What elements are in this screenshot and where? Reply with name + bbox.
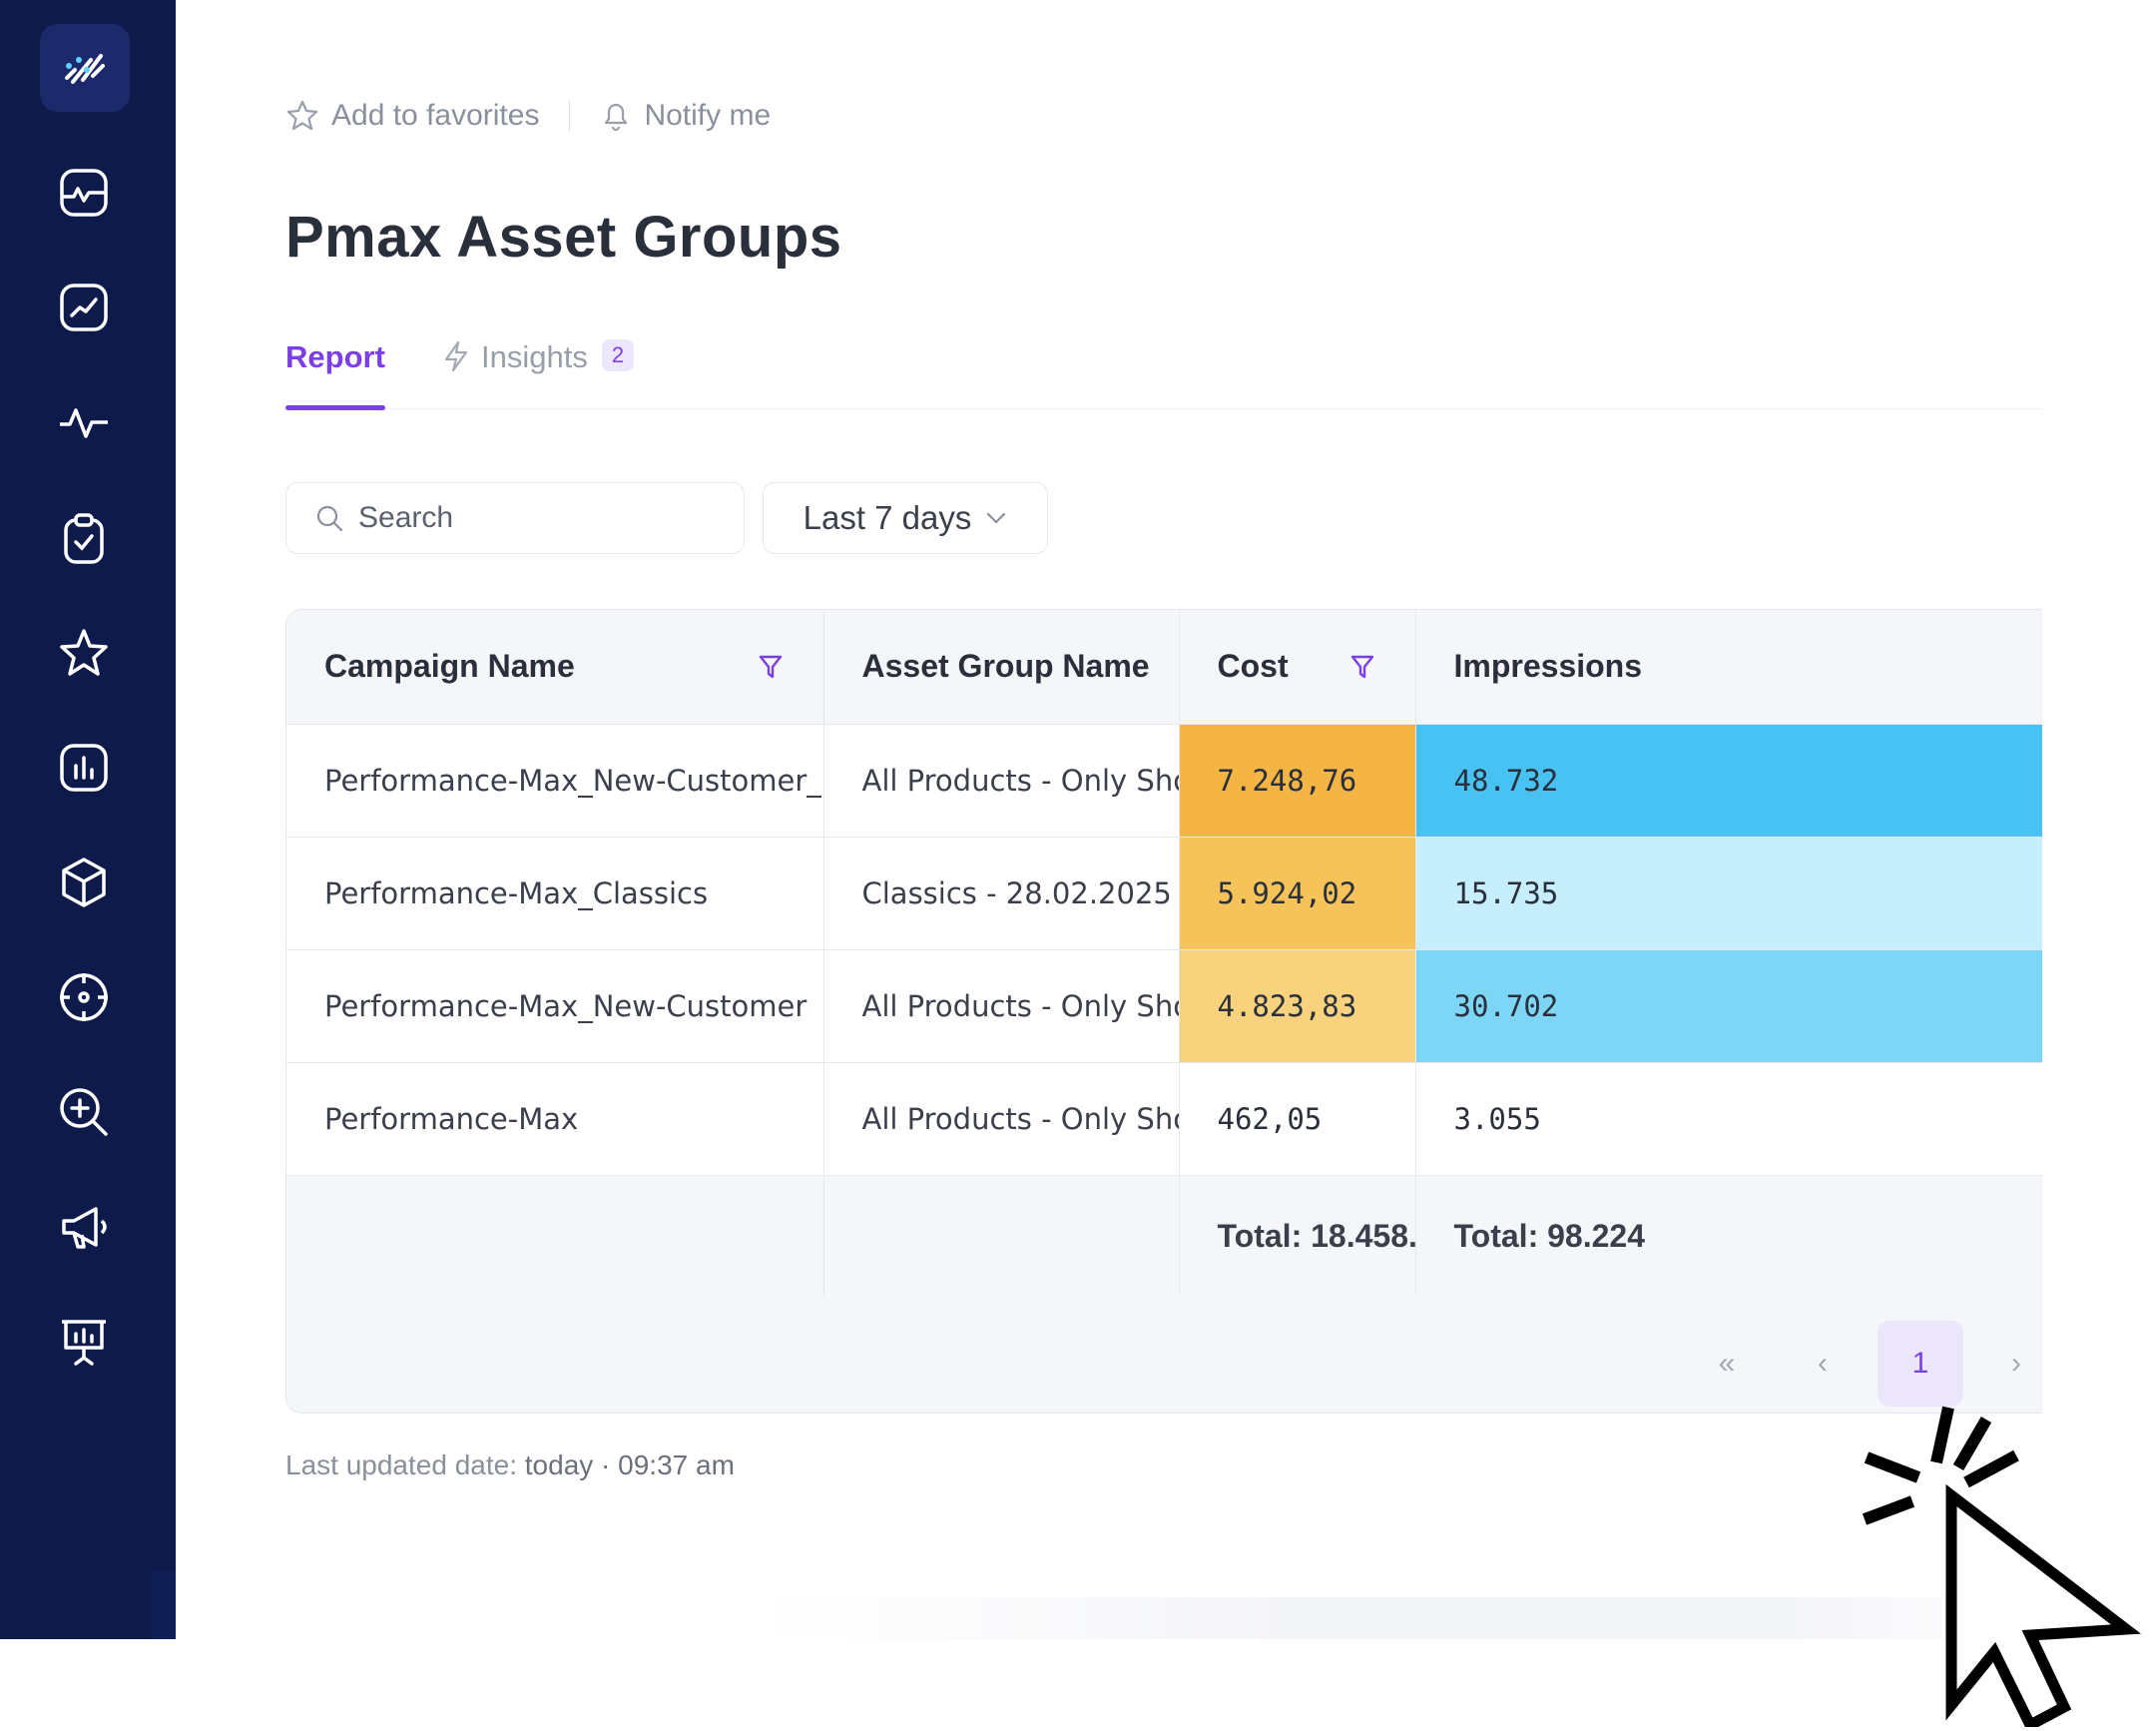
cost-cell: 462,05 [1179, 1062, 1416, 1176]
table-row[interactable]: Performance-Max_New-Customer_High-Value … [286, 724, 2042, 838]
asset-group-cell: All Products - Only Shopping [823, 949, 1180, 1063]
tab-insights-label: Insights [481, 339, 588, 374]
total-impressions-cell: Total: 98.224 [1415, 1175, 2042, 1298]
clipboard-check-icon[interactable] [54, 508, 114, 568]
tab-insights[interactable]: Insights 2 [441, 339, 635, 409]
impressions-cell: 15.735 [1415, 837, 2042, 950]
table-row[interactable]: Performance-Max_New-Customer All Product… [286, 949, 2042, 1063]
search-box[interactable] [285, 482, 745, 554]
chevron-down-icon [987, 512, 1006, 524]
totals-row: Total: 18.458.66 Total: 98.224 [286, 1175, 2042, 1298]
last-updated-label: Last updated date: [285, 1449, 517, 1480]
impressions-cell: 30.702 [1415, 949, 2042, 1063]
column-header-impressions[interactable]: Impressions [1415, 610, 2042, 725]
sidebar-corner [152, 1571, 176, 1639]
campaign-name-cell: Performance-Max_New-Customer_High-Value [286, 724, 824, 838]
asset-group-cell: All Products - Only Shopping [823, 724, 1180, 838]
lightning-icon [444, 340, 468, 372]
column-header-campaign[interactable]: Campaign Name [286, 610, 824, 725]
last-updated: Last updated date: today · 09:37 am [285, 1449, 735, 1481]
column-header-cost-label: Cost [1217, 648, 1289, 685]
column-header-campaign-label: Campaign Name [324, 648, 575, 685]
first-page-button[interactable]: « [1684, 1321, 1770, 1407]
sidebar [0, 0, 176, 1639]
tab-report-label: Report [285, 339, 385, 374]
pagination: « ‹ 1 › [286, 1297, 2042, 1413]
table-header-row: Campaign Name Asset Group Name Cost Impr… [286, 610, 2042, 725]
impressions-cell: 3.055 [1415, 1062, 2042, 1176]
divider [569, 101, 571, 131]
date-range-select[interactable]: Last 7 days [763, 482, 1048, 554]
notify-me-label: Notify me [644, 99, 772, 132]
bar-chart-icon[interactable] [54, 738, 114, 798]
add-to-favorites-label: Add to favorites [331, 99, 540, 132]
asset-group-cell: Classics - 28.02.2025 [823, 837, 1180, 950]
active-tab-indicator [285, 405, 385, 410]
presentation-icon[interactable] [54, 1312, 114, 1372]
campaign-name-cell: Performance-Max [286, 1062, 824, 1176]
tab-bar: Report Insights 2 [285, 339, 2042, 410]
last-updated-value: today · 09:37 am [524, 1449, 735, 1480]
data-table: Campaign Name Asset Group Name Cost Impr… [286, 610, 2042, 1298]
notify-me-button[interactable]: Notify me [600, 99, 771, 133]
column-header-asset-group[interactable]: Asset Group Name [823, 610, 1180, 725]
logo-icon[interactable] [40, 24, 130, 112]
zoom-in-icon[interactable] [54, 1082, 114, 1142]
box-icon[interactable] [54, 853, 114, 912]
cost-cell: 7.248,76 [1179, 724, 1416, 838]
dashboard-icon[interactable] [54, 163, 114, 223]
target-icon[interactable] [54, 967, 114, 1027]
bell-icon [605, 103, 628, 132]
add-to-favorites-button[interactable]: Add to favorites [285, 99, 539, 133]
campaign-name-cell: Performance-Max_New-Customer [286, 949, 824, 1063]
mouse-cursor-icon [1862, 1406, 2142, 1727]
impressions-cell: 48.732 [1415, 724, 2042, 838]
column-header-cost[interactable]: Cost [1179, 610, 1416, 725]
report-table: Campaign Name Asset Group Name Cost Impr… [285, 609, 2042, 1414]
cost-cell: 5.924,02 [1179, 837, 1416, 950]
empty-total-cell [286, 1175, 824, 1298]
table-row[interactable]: Performance-Max All Products - Only Shop… [286, 1062, 2042, 1176]
asset-group-cell: All Products - Only Shopping [823, 1062, 1180, 1176]
date-range-value: Last 7 days [803, 499, 972, 536]
column-header-impressions-label: Impressions [1453, 648, 1643, 685]
campaign-name-cell: Performance-Max_Classics [286, 837, 824, 950]
empty-total-cell [823, 1175, 1180, 1298]
filter-icon[interactable] [1348, 652, 1377, 682]
column-header-asset-group-label: Asset Group Name [861, 648, 1150, 685]
search-icon [316, 505, 343, 532]
megaphone-icon[interactable] [54, 1197, 114, 1257]
cost-cell: 4.823,83 [1179, 949, 1416, 1063]
search-input[interactable] [358, 501, 718, 535]
total-cost-cell: Total: 18.458.66 [1179, 1175, 1416, 1298]
filter-icon[interactable] [756, 652, 786, 682]
top-actions: Add to favorites Notify me [285, 94, 771, 138]
star-outline-icon [286, 100, 318, 131]
chart-icon[interactable] [54, 278, 114, 337]
table-row[interactable]: Performance-Max_Classics Classics - 28.0… [286, 837, 2042, 950]
page-title: Pmax Asset Groups [285, 205, 842, 270]
pulse-icon[interactable] [54, 392, 114, 452]
insights-count-badge: 2 [601, 339, 635, 371]
tab-report[interactable]: Report [285, 339, 385, 410]
star-icon[interactable] [54, 623, 114, 683]
